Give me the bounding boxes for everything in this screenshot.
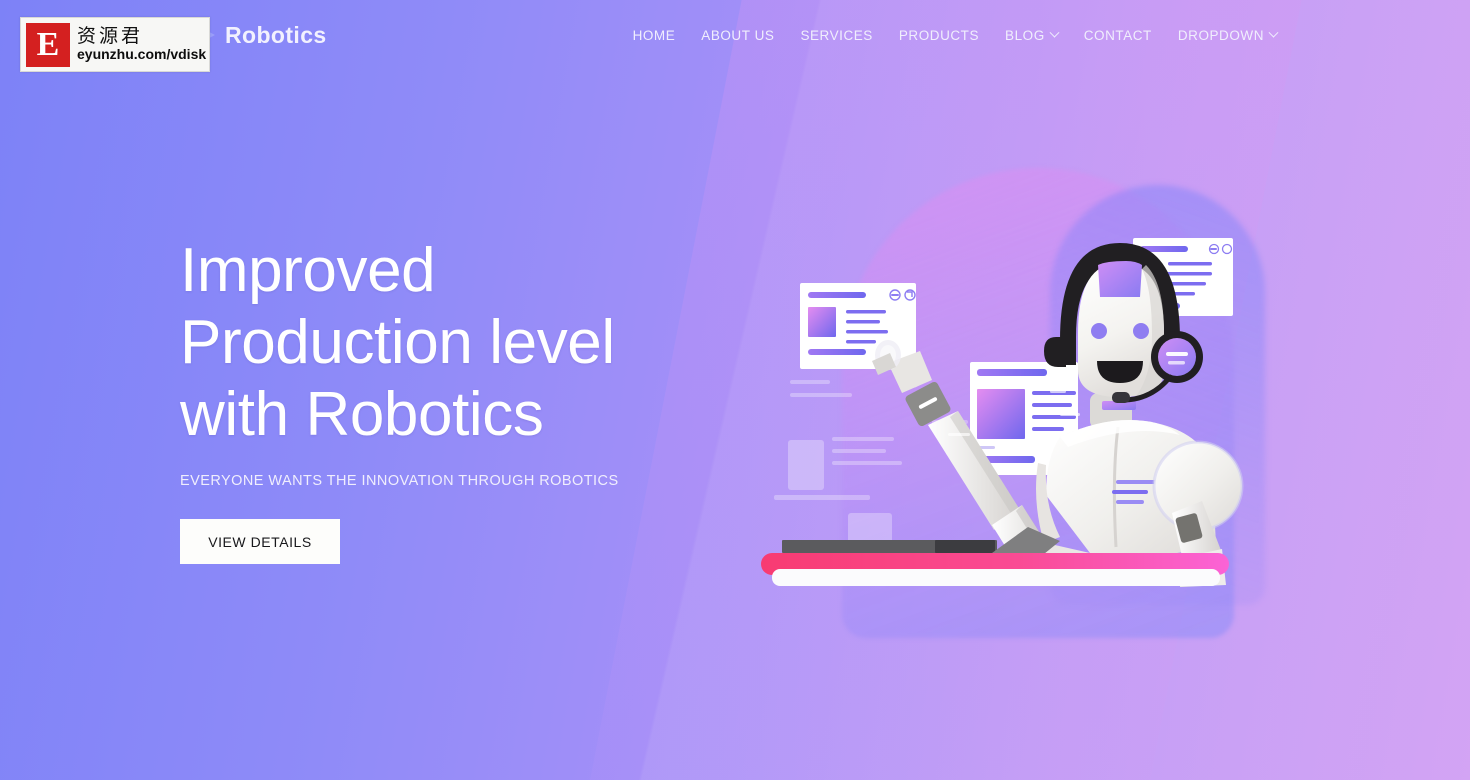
nav-item-label: HOME	[632, 27, 676, 43]
watermark-badge-icon: E	[26, 22, 70, 67]
view-details-button[interactable]: VIEW DETAILS	[180, 519, 340, 564]
nav-item-dropdown[interactable]: DROPDOWN	[1165, 27, 1290, 43]
watermark-badge-letter: E	[36, 25, 60, 63]
nav-item-label: PRODUCTS	[898, 27, 980, 43]
nav-item-blog[interactable]: BLOG	[992, 27, 1071, 43]
hero-copy-block: Improved Production level with Robotics …	[180, 235, 740, 564]
nav-item-home[interactable]: HOME	[620, 28, 689, 43]
chevron-down-icon	[1049, 27, 1060, 38]
watermark-url-text: eyunzhu.com/vdisk	[77, 45, 207, 62]
nav-item-about-us[interactable]: ABOUT US	[688, 28, 787, 43]
brand-name[interactable]: Robotics	[225, 22, 327, 49]
watermark-logo-overlay: E 资源君 eyunzhu.com/vdisk	[20, 17, 210, 72]
hero-section: Robotics HOME ABOUT US SERVICES PRODUCTS…	[0, 0, 1470, 780]
nav-item-services[interactable]: SERVICES	[787, 28, 885, 43]
nav-item-label: ABOUT US	[701, 27, 775, 43]
nav-item-label: BLOG	[1005, 27, 1045, 43]
watermark-chinese-text: 资源君	[77, 24, 144, 47]
pink-desk	[761, 553, 1229, 586]
site-header: Robotics HOME ABOUT US SERVICES PRODUCTS…	[0, 0, 1470, 70]
page-title: Improved Production level with Robotics	[180, 236, 615, 449]
nav-item-label: DROPDOWN	[1177, 27, 1264, 43]
main-navigation: HOME ABOUT US SERVICES PRODUCTS BLOG CON…	[620, 0, 1290, 70]
nav-item-label: SERVICES	[800, 27, 873, 43]
nav-item-contact[interactable]: CONTACT	[1071, 28, 1165, 43]
hero-subtitle: EVERYONE WANTS THE INNOVATION THROUGH RO…	[180, 473, 619, 489]
nav-item-label: CONTACT	[1083, 27, 1152, 43]
nav-item-products[interactable]: PRODUCTS	[886, 28, 992, 43]
robot-illustration	[760, 165, 1260, 605]
chevron-down-icon	[1268, 27, 1279, 38]
watermark-text-group: 资源君 eyunzhu.com/vdisk	[77, 24, 207, 62]
